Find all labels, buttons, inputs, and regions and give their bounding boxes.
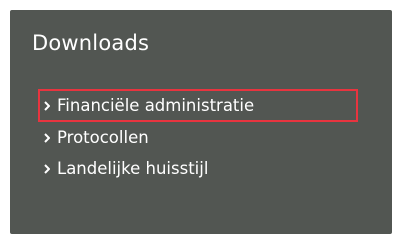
downloads-menu: Financiële administratie Protocollen Lan…	[38, 89, 358, 184]
menu-item-label: Landelijke huisstijl	[57, 159, 209, 178]
chevron-right-icon	[44, 133, 50, 143]
chevron-right-icon	[44, 101, 50, 111]
menu-item-landelijke-huisstijl[interactable]: Landelijke huisstijl	[40, 153, 358, 184]
menu-item-label: Protocollen	[57, 128, 149, 147]
menu-item-protocollen[interactable]: Protocollen	[40, 122, 358, 153]
panel-title: Downloads	[32, 31, 150, 55]
downloads-panel: Downloads Financiële administratie Proto…	[10, 10, 392, 234]
menu-item-financiele-administratie[interactable]: Financiële administratie	[38, 89, 358, 122]
chevron-right-icon	[44, 164, 50, 174]
menu-item-label: Financiële administratie	[57, 96, 255, 115]
